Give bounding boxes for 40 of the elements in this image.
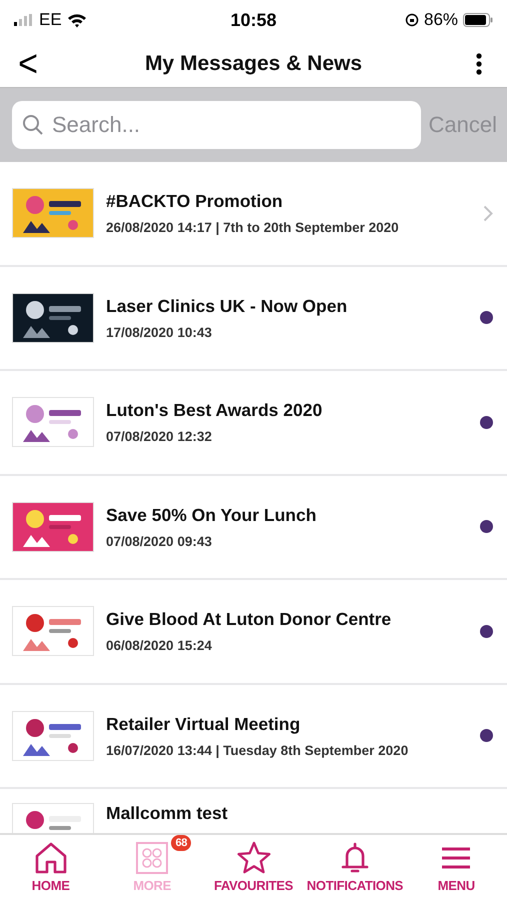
message-title: Save 50% On Your Lunch [106, 504, 318, 526]
search-field[interactable]: Search... [12, 101, 421, 149]
message-title: #BACKTO Promotion [106, 191, 284, 212]
vertical-dots-icon [476, 52, 482, 74]
message-date: 06/08/2020 15:24 [106, 638, 213, 654]
message-date: 26/08/2020 14:17 | 7th to 20th September 2020 [106, 220, 400, 236]
page-title: My Messages & News [144, 52, 364, 76]
grid-icon [135, 841, 170, 875]
message-date: 17/08/2020 10:43 [106, 324, 213, 340]
message-row[interactable]: Laser Clinics UK - Now Open 17/08/2020 10:43 [0, 266, 507, 371]
home-icon [34, 841, 68, 875]
back-button[interactable]: < [8, 44, 48, 82]
signal-icon [14, 14, 34, 26]
tab-button[interactable]: MENU [406, 835, 507, 900]
message-title: Mallcomm test [106, 803, 229, 824]
message-date: 07/08/2020 12:32 [106, 429, 213, 444]
tab-button[interactable]: HOME [0, 835, 102, 900]
message-title: Retailer Virtual Meeting [106, 714, 302, 735]
message-title: Luton's Best Awards 2020 [106, 400, 324, 422]
message-date: 16/07/2020 13:44 | Tuesday 8th September 2020 [106, 742, 410, 758]
message-date: 07/08/2020 09:43 [106, 534, 213, 549]
message-row[interactable]: Retailer Virtual Meeting 16/07/2020 13:44 | Tuesday 8th September 2020 [0, 684, 507, 789]
message-row[interactable]: #BACKTO Promotion 26/08/2020 14:17 | 7th to 20th September 2020 [0, 162, 507, 266]
message-title: Laser Clinics UK - Now Open [106, 296, 348, 317]
battery-icon [463, 13, 494, 27]
message-row[interactable]: Luton's Best Awards 2020 07/08/2020 12:32 [0, 371, 507, 476]
tab-button[interactable]: FAVOURITES [202, 835, 304, 900]
search-icon [22, 114, 44, 136]
tab-button[interactable]: NOTIFICATIONS [304, 835, 406, 900]
star-icon [236, 841, 271, 875]
rotation-lock-icon [404, 13, 419, 27]
clock-time: 10:58 [230, 10, 277, 30]
message-row[interactable]: Save 50% On Your Lunch 07/08/2020 09:43 [0, 476, 507, 580]
message-row[interactable]: Give Blood At Luton Donor Centre 06/08/2020 15:24 [0, 580, 507, 684]
wifi-icon [66, 12, 87, 28]
carrier-name: EE [39, 10, 62, 30]
message-title: Give Blood At Luton Donor Centre [106, 609, 392, 630]
battery-percent: 86% [424, 10, 458, 30]
tab-button[interactable]: 68 MORE [101, 835, 203, 900]
count-badge: 68 [171, 835, 192, 851]
